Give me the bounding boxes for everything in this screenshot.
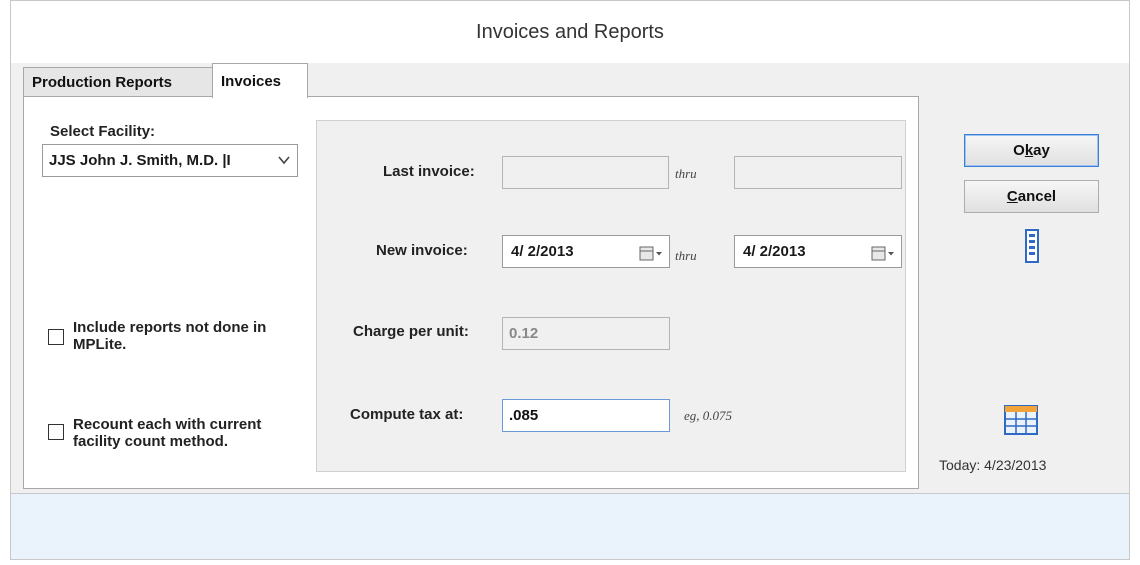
calendar-dropdown-icon[interactable] [639,243,665,261]
okay-button-accel: k [1024,142,1034,159]
include-reports-checkbox[interactable] [48,329,64,345]
tax-example-hint: eg, 0.075 [684,408,733,423]
new-invoice-to-date[interactable]: 4/ 2/2013 [734,235,902,268]
cancel-button[interactable]: Cancel [964,180,1099,213]
invoice-settings-group: Last invoice: thru New invoice: 4/ 2/201… [316,120,906,472]
last-invoice-label: Last invoice: [383,163,475,180]
charge-per-unit-field: 0.12 [502,317,670,350]
new-invoice-from-date[interactable]: 4/ 2/2013 [502,235,670,268]
compute-tax-label: Compute tax at: [350,406,464,423]
new-invoice-label: New invoice: [376,242,468,259]
calculator-icon[interactable] [1025,229,1039,268]
last-invoice-to-field [734,156,902,189]
chevron-down-icon[interactable] [275,145,293,176]
calendar-dropdown-icon[interactable] [871,243,897,261]
recount-label-line1: Recount each with current [73,416,262,433]
okay-button-text-pre: O [1013,142,1025,159]
tab-production-reports[interactable]: Production Reports [23,67,213,98]
invoices-reports-window: Invoices and Reports Production Reports … [10,0,1130,560]
okay-button-text-post: ay [1033,142,1050,159]
cancel-button-text-post: ancel [1017,188,1057,205]
tab-invoices[interactable]: Invoices [212,63,308,98]
recount-label: Recount each with current facility count… [73,416,261,450]
include-reports-label: Include reports not done in MPLite. [73,319,266,353]
facility-select[interactable]: JJS John J. Smith, M.D. |I [42,144,298,177]
select-facility-label: Select Facility: [50,123,156,140]
cancel-button-accel: C [1006,188,1018,205]
include-reports-label-line1: Include reports not done in [73,319,267,336]
today-date: Today: 4/23/2013 [939,457,1047,473]
recount-checkbox[interactable] [48,424,64,440]
invoices-tab-panel: Select Facility: JJS John J. Smith, M.D.… [23,96,919,489]
compute-tax-input[interactable]: .085 [502,399,670,432]
new-invoice-thru-label: thru [675,248,697,263]
include-reports-label-line2: MPLite. [73,336,127,353]
new-invoice-from-value: 4/ 2/2013 [511,243,574,260]
okay-button[interactable]: Okay [964,134,1099,167]
window-title: Invoices and Reports [11,1,1129,63]
last-invoice-from-field [502,156,669,189]
bottom-status-pane [11,493,1129,559]
last-invoice-thru-label: thru [675,166,697,181]
recount-label-line2: facility count method. [73,433,229,450]
spreadsheet-icon[interactable] [1004,405,1038,440]
charge-per-unit-label: Charge per unit: [353,323,469,340]
facility-selected-value: JJS John J. Smith, M.D. |I [49,152,231,169]
new-invoice-to-value: 4/ 2/2013 [743,243,806,260]
